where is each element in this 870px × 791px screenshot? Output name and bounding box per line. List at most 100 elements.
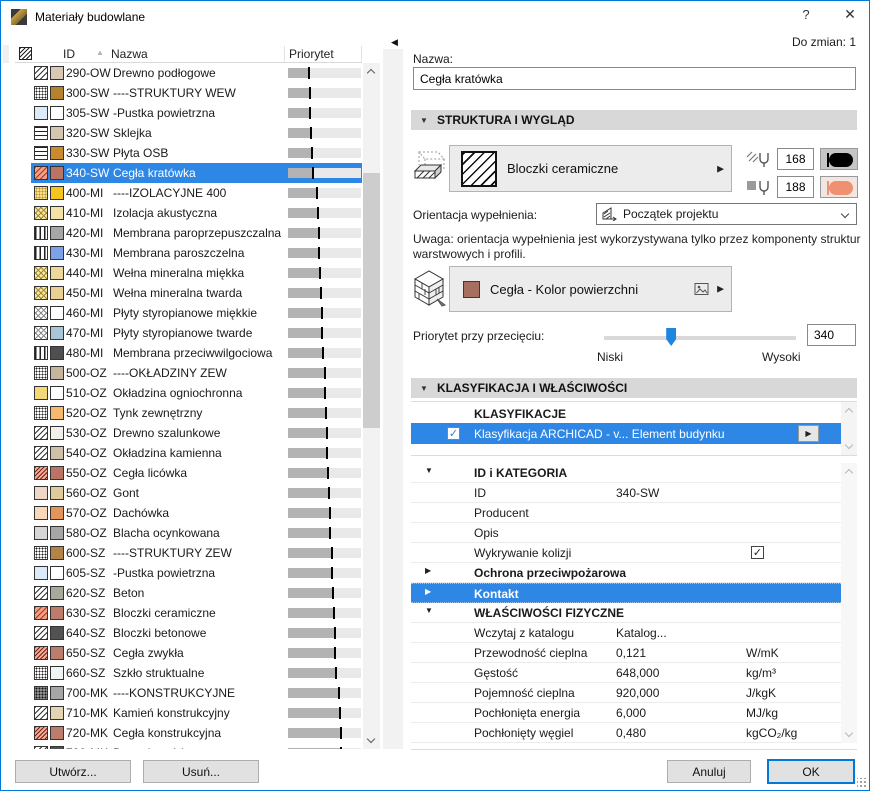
delete-button[interactable]: Usuń... (143, 760, 259, 783)
materials-scrollbar[interactable] (363, 63, 380, 749)
column-header-name[interactable]: Nazwa (111, 47, 148, 61)
classification-checkbox[interactable]: ✓ (447, 427, 460, 440)
material-row[interactable]: 700-MK----KONSTRUKCYJNE (1, 683, 381, 703)
material-row[interactable]: 710-MKKamień konstrukcyjny (1, 703, 381, 723)
fill-background-pen-swatch[interactable] (820, 176, 858, 198)
surface-button[interactable]: Cegła - Kolor powierzchni ▶ (449, 266, 732, 312)
material-row[interactable]: 305-SW-Pustka powietrzna (1, 103, 381, 123)
section-classification[interactable]: ▼ KLASYFIKACJA I WŁAŚCIWOŚCI (411, 378, 857, 398)
material-row[interactable]: 580-OZBlacha ocynkowana (1, 523, 381, 543)
collapse-panel-icon[interactable]: ◀ (391, 37, 398, 48)
priority-value-input[interactable] (807, 324, 856, 346)
material-row[interactable]: 470-MIPłyty styropianowe twarde (1, 323, 381, 343)
material-row[interactable]: 620-SZBeton (1, 583, 381, 603)
material-row[interactable]: 650-SZCegła zwykła (1, 643, 381, 663)
material-row[interactable]: 530-OZDrewno szalunkowe (1, 423, 381, 443)
scroll-up-icon[interactable] (845, 469, 853, 477)
scroll-down-icon[interactable] (367, 735, 375, 743)
material-row[interactable]: 290-OWDrewno podłogowe (1, 63, 381, 83)
property-group-row[interactable]: ▼WŁAŚCIWOŚCI FIZYCZNE (411, 603, 841, 623)
material-row[interactable]: 570-OZDachówka (1, 503, 381, 523)
material-row[interactable]: 560-OZGont (1, 483, 381, 503)
material-row[interactable]: 440-MIWełna mineralna miękka (1, 263, 381, 283)
cut-fill-button[interactable]: Bloczki ceramiczne ▶ (449, 145, 732, 192)
fill-background-pen-number[interactable] (777, 176, 814, 198)
property-row[interactable]: Producent (411, 503, 841, 523)
classifications-scrollbar[interactable] (841, 402, 857, 455)
material-row[interactable]: 600-SZ----STRUKTURY ZEW (1, 543, 381, 563)
material-row[interactable]: 640-SZBloczki betonowe (1, 623, 381, 643)
material-row[interactable]: 605-SZ-Pustka powietrzna (1, 563, 381, 583)
material-row[interactable]: 730-MKBeton komórkowy (1, 743, 381, 749)
group-collapsed-icon[interactable]: ▶ (425, 587, 431, 596)
material-row[interactable]: 550-OZCegła licówka (1, 463, 381, 483)
material-row[interactable]: 320-SWSklejka (1, 123, 381, 143)
property-row[interactable]: Opis (411, 523, 841, 543)
group-expanded-icon[interactable]: ▼ (425, 466, 433, 475)
property-checkbox[interactable]: ✓ (751, 546, 764, 559)
material-row[interactable]: 450-MIWełna mineralna twarda (1, 283, 381, 303)
material-row[interactable]: 520-OZTynk zewnętrzny (1, 403, 381, 423)
classification-row[interactable]: ✓ Klasyfikacja ARCHICAD - v... Element b… (411, 423, 842, 444)
classification-picker-button[interactable]: ▶ (798, 425, 819, 442)
scroll-down-icon[interactable] (845, 729, 853, 737)
property-row[interactable]: Pochłonięty węgiel0,480kgCO₂/kg (411, 723, 841, 743)
close-icon[interactable]: ✕ (837, 6, 863, 28)
scroll-up-icon[interactable] (367, 69, 375, 77)
section-structure[interactable]: ▼ STRUKTURA I WYGLĄD (411, 110, 857, 130)
material-row[interactable]: 300-SW----STRUKTURY WEW (1, 83, 381, 103)
ok-button[interactable]: OK (767, 759, 855, 784)
properties-scrollbar[interactable] (841, 463, 857, 743)
material-row[interactable]: 480-MIMembrana przeciwwilgociowa (1, 343, 381, 363)
material-row[interactable]: 330-SWPłyta OSB (1, 143, 381, 163)
material-row[interactable]: 510-OZOkładzina ogniochronna (1, 383, 381, 403)
material-id: 300-SW (66, 86, 109, 100)
cancel-button[interactable]: Anuluj (667, 760, 751, 783)
priority-fill (288, 68, 309, 78)
material-row[interactable]: 340-SWCegła kratówka (1, 163, 381, 183)
name-input[interactable] (413, 67, 856, 90)
help-button[interactable]: ? (794, 7, 818, 27)
material-row[interactable]: 430-MIMembrana paroszczelna (1, 243, 381, 263)
property-group-row[interactable]: ▶ Kontakt (411, 583, 841, 603)
material-row[interactable]: 420-MIMembrana paroprzepuszczalna (1, 223, 381, 243)
fill-orientation-select[interactable]: Początek projektu (596, 203, 857, 225)
slider-track[interactable] (604, 336, 796, 340)
slider-handle[interactable] (666, 328, 676, 346)
column-header-priority[interactable]: Priorytet (289, 47, 334, 61)
scroll-up-icon[interactable] (845, 408, 853, 416)
property-group-row[interactable]: ▼ID i KATEGORIA (411, 463, 841, 483)
property-group-row[interactable]: ▶Ochrona przeciwpożarowa (411, 563, 841, 583)
scrollbar-thumb[interactable] (363, 173, 380, 428)
property-row[interactable]: Wykrywanie kolizji✓ (411, 543, 841, 563)
property-row[interactable]: Gęstość648,000kg/m³ (411, 663, 841, 683)
material-row[interactable]: 630-SZBloczki ceramiczne (1, 603, 381, 623)
material-row[interactable]: 720-MKCegła konstrukcyjna (1, 723, 381, 743)
material-row[interactable]: 500-OZ----OKŁADZINY ZEW (1, 363, 381, 383)
section-expanded-icon[interactable]: ▼ (420, 384, 428, 393)
section-expanded-icon[interactable]: ▼ (420, 116, 428, 125)
property-row[interactable]: ID340-SW (411, 483, 841, 503)
column-header-id[interactable]: ID (63, 47, 75, 61)
material-row[interactable]: 540-OZOkładzina kamienna (1, 443, 381, 463)
material-name: Płyty styropianowe twarde (113, 326, 252, 340)
group-expanded-icon[interactable]: ▼ (425, 606, 433, 615)
cut-line-pen-swatch[interactable] (820, 148, 858, 170)
group-collapsed-icon[interactable]: ▶ (425, 566, 431, 575)
material-row[interactable]: 460-MIPłyty styropianowe miękkie (1, 303, 381, 323)
scroll-down-icon[interactable] (845, 441, 853, 449)
priority-slider[interactable] (604, 328, 796, 346)
property-row[interactable]: Pojemność cieplna920,000J/kgK (411, 683, 841, 703)
property-row[interactable]: Przewodność cieplna0,121W/mK (411, 643, 841, 663)
create-button[interactable]: Utwórz... (15, 760, 131, 783)
cut-line-pen-number[interactable] (777, 148, 814, 170)
section-classification-title: KLASYFIKACJA I WŁAŚCIWOŚCI (437, 381, 627, 395)
resize-grip[interactable] (857, 778, 867, 788)
material-row[interactable]: 660-SZSzkło struktualne (1, 663, 381, 683)
priority-fill (288, 588, 333, 598)
material-row[interactable]: 410-MIIzolacja akustyczna (1, 203, 381, 223)
property-row[interactable]: Wczytaj z kataloguKatalog... (411, 623, 841, 643)
property-row[interactable]: Pochłonięta energia6,000MJ/kg (411, 703, 841, 723)
property-group-title: Kontakt (474, 587, 519, 601)
material-row[interactable]: 400-MI----IZOLACYJNE 400 (1, 183, 381, 203)
